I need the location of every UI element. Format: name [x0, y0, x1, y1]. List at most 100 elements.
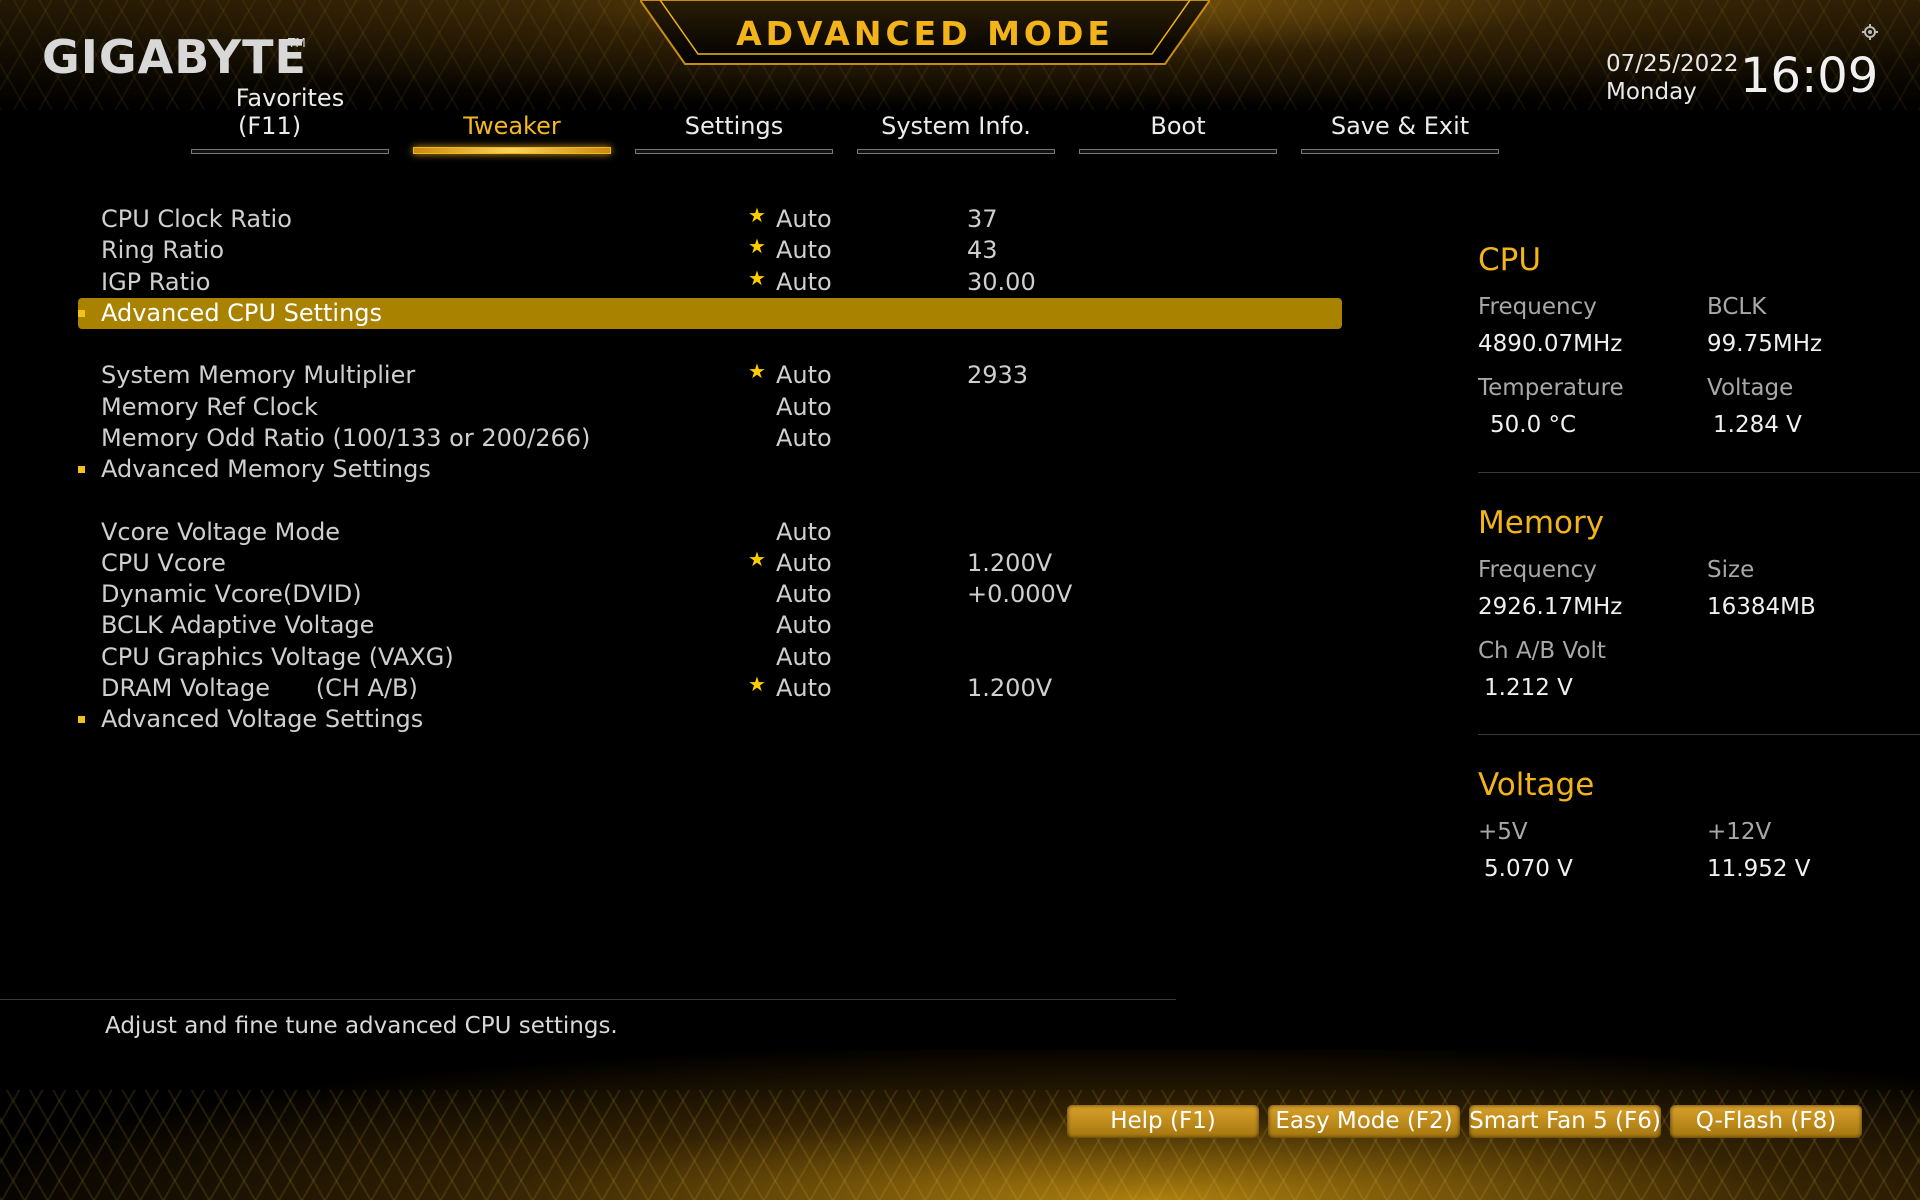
setting-igp-ratio[interactable]: IGP Ratio ★ Auto 30.00: [78, 266, 1342, 298]
tab-label: System Info.: [881, 112, 1031, 140]
cpu-frequency-value: 4890.07MHz: [1478, 331, 1623, 357]
setting-memory-odd-ratio[interactable]: Memory Odd Ratio (100/133 or 200/266) Au…: [78, 423, 1342, 454]
tab-label: Save & Exit: [1330, 112, 1470, 140]
panel-divider: [1478, 472, 1920, 473]
setting-name: Advanced Voltage Settings: [101, 705, 424, 733]
tab-underline-active: [413, 147, 611, 154]
setting-name: BCLK Adaptive Voltage: [101, 611, 375, 639]
q-flash-button[interactable]: Q-Flash (F8): [1670, 1105, 1862, 1138]
tab-label: Favorites (F11): [191, 84, 389, 140]
voltage-section-title: Voltage: [1478, 767, 1595, 803]
trademark-mark: TM: [288, 36, 306, 50]
star-icon: ★: [748, 234, 766, 258]
cpu-temperature-value: 50.0 °C: [1490, 412, 1577, 438]
plus5v-value: 5.070 V: [1484, 856, 1573, 882]
cpu-frequency-label: Frequency: [1478, 294, 1597, 320]
cpu-bclk-label: BCLK: [1707, 294, 1767, 320]
star-icon: ★: [748, 547, 766, 571]
setting-name: System Memory Multiplier: [101, 361, 416, 389]
day-text: Monday: [1606, 79, 1697, 105]
setting-memory-ref-clock[interactable]: Memory Ref Clock Auto: [78, 392, 1342, 423]
setting-name: DRAM Voltage (CH A/B): [101, 674, 418, 702]
tab-settings[interactable]: Settings: [635, 82, 833, 154]
submenu-advanced-memory-settings[interactable]: Advanced Memory Settings: [78, 454, 1342, 485]
setting-value: 1.200V: [967, 549, 1053, 577]
memory-frequency-value: 2926.17MHz: [1478, 594, 1623, 620]
setting-ring-ratio[interactable]: Ring Ratio ★ Auto 43: [78, 234, 1342, 266]
setting-mode: Auto: [776, 518, 832, 546]
mode-title: ADVANCED MODE: [736, 14, 1114, 53]
tab-label-line1: Favorites: [235, 84, 345, 112]
submenu-bullet-icon: [78, 310, 85, 317]
tab-underline: [857, 149, 1055, 154]
tab-label: Boot: [1150, 112, 1206, 140]
star-icon: ★: [748, 359, 766, 383]
date-text: 07/25/2022: [1606, 51, 1739, 77]
memory-size-label: Size: [1707, 557, 1755, 583]
smart-fan-button[interactable]: Smart Fan 5 (F6): [1469, 1105, 1661, 1138]
cpu-voltage-value: 1.284 V: [1713, 412, 1802, 438]
cpu-voltage-label: Voltage: [1707, 375, 1794, 401]
cpu-temperature-label: Temperature: [1478, 375, 1624, 401]
setting-value: 2933: [967, 361, 1029, 389]
setting-name: Memory Odd Ratio (100/133 or 200/266): [101, 424, 591, 452]
setting-value: +0.000V: [967, 580, 1073, 608]
setting-mode: Auto: [776, 580, 832, 608]
setting-mode: Auto: [776, 361, 832, 389]
help-button[interactable]: Help (F1): [1067, 1105, 1259, 1138]
setting-mode: Auto: [776, 268, 832, 296]
setting-name: Ring Ratio: [101, 236, 225, 264]
memory-frequency-label: Frequency: [1478, 557, 1597, 583]
setting-dram-voltage[interactable]: DRAM Voltage (CH A/B) ★ Auto 1.200V: [78, 672, 1342, 704]
setting-cpu-graphics-voltage[interactable]: CPU Graphics Voltage (VAXG) Auto: [78, 642, 1342, 673]
tab-underline: [1301, 149, 1499, 154]
date-display: 07/25/2022 Monday: [1606, 50, 1739, 106]
setting-cpu-vcore[interactable]: CPU Vcore ★ Auto 1.200V: [78, 547, 1342, 579]
setting-mode: Auto: [776, 205, 832, 233]
tab-system-info[interactable]: System Info.: [857, 82, 1055, 154]
submenu-advanced-voltage-settings[interactable]: Advanced Voltage Settings: [78, 704, 1342, 735]
setting-mode: Auto: [776, 674, 832, 702]
setting-name: Advanced CPU Settings: [101, 299, 383, 327]
setting-value: 37: [967, 205, 998, 233]
plus12v-label: +12V: [1707, 819, 1772, 845]
easy-mode-button[interactable]: Easy Mode (F2): [1268, 1105, 1460, 1138]
memory-chab-volt-label: Ch A/B Volt: [1478, 638, 1606, 664]
tab-save-exit[interactable]: Save & Exit: [1301, 82, 1499, 154]
tab-boot[interactable]: Boot: [1079, 82, 1277, 154]
plus12v-value: 11.952 V: [1707, 856, 1811, 882]
setting-cpu-clock-ratio[interactable]: CPU Clock Ratio ★ Auto 37: [78, 203, 1342, 235]
star-icon: ★: [748, 266, 766, 290]
memory-section-title: Memory: [1478, 505, 1605, 541]
setting-dynamic-vcore[interactable]: Dynamic Vcore(DVID) Auto +0.000V: [78, 579, 1342, 610]
submenu-bullet-icon: [78, 716, 85, 723]
star-icon: ★: [748, 672, 766, 696]
setting-mode: Auto: [776, 643, 832, 671]
gear-icon[interactable]: [1862, 24, 1878, 40]
help-text: Adjust and fine tune advanced CPU settin…: [105, 1013, 618, 1039]
memory-size-value: 16384MB: [1707, 594, 1816, 620]
tab-underline: [635, 149, 833, 154]
panel-divider: [1478, 734, 1920, 735]
tab-label-line2: (F11): [238, 112, 302, 140]
cpu-bclk-value: 99.75MHz: [1707, 331, 1823, 357]
tab-underline: [191, 149, 389, 154]
help-divider: [0, 999, 1176, 1000]
setting-mode: Auto: [776, 549, 832, 577]
setting-vcore-voltage-mode[interactable]: Vcore Voltage Mode Auto: [78, 517, 1342, 548]
plus5v-label: +5V: [1478, 819, 1528, 845]
setting-mode: Auto: [776, 393, 832, 421]
setting-bclk-adaptive-voltage[interactable]: BCLK Adaptive Voltage Auto: [78, 610, 1342, 641]
mode-title-plaque: ADVANCED MODE: [640, 0, 1210, 70]
star-icon: ★: [748, 203, 766, 227]
setting-mode: Auto: [776, 611, 832, 639]
setting-value: 43: [967, 236, 998, 264]
setting-value: 1.200V: [967, 674, 1053, 702]
setting-name: CPU Vcore: [101, 549, 226, 577]
submenu-advanced-cpu-settings[interactable]: Advanced CPU Settings: [78, 298, 1342, 329]
cpu-section-title: CPU: [1478, 242, 1542, 278]
setting-system-memory-multiplier[interactable]: System Memory Multiplier ★ Auto 2933: [78, 359, 1342, 391]
tab-favorites[interactable]: Favorites (F11): [191, 82, 389, 154]
tab-tweaker[interactable]: Tweaker: [413, 82, 611, 154]
setting-name: Dynamic Vcore(DVID): [101, 580, 362, 608]
